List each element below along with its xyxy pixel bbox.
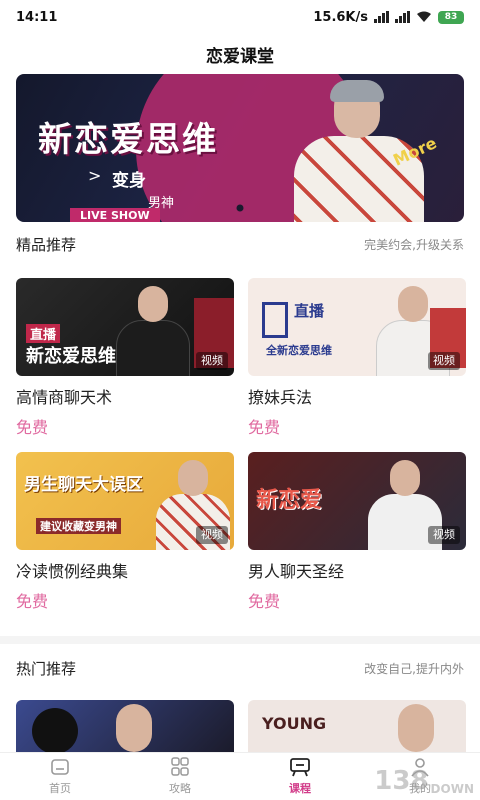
banner-subtitle: 变身	[112, 171, 146, 191]
wifi-icon	[417, 11, 431, 22]
status-icons: 15.6K/s 83	[313, 10, 464, 25]
hot-course-thumbnail[interactable]: YOUNG	[248, 700, 466, 752]
hot-person-image	[116, 704, 152, 752]
thumb-caption-small: 建议收藏变男神	[36, 518, 121, 534]
banner-arrow-icon: >	[88, 166, 102, 185]
course-thumbnail: 男生聊天大误区 建议收藏变男神 视频	[16, 452, 234, 550]
course-card[interactable]: 男生聊天大误区 建议收藏变男神 视频 冷读惯例经典集 免费	[16, 452, 234, 612]
course-card[interactable]: 直播 全新恋爱思维 视频 撩妹兵法 免费	[248, 278, 466, 438]
hot-title: 热门推荐	[16, 660, 77, 678]
hot-subtitle: 改变自己,提升内外	[364, 662, 464, 676]
thumb-caption: 男生聊天大误区	[24, 475, 143, 495]
video-badge: 视频	[428, 526, 460, 544]
featured-section-header: 精品推荐 完美约会,升级关系	[16, 234, 464, 255]
section-divider	[0, 636, 480, 644]
course-icon	[290, 758, 310, 777]
featured-title: 精品推荐	[16, 236, 77, 254]
tab-label: 课程	[289, 782, 311, 795]
thumb-caption: 新恋爱	[256, 488, 323, 513]
thumb-caption-small: 直播	[294, 302, 325, 320]
tab-label: 攻略	[169, 782, 191, 795]
thumb-decor	[262, 302, 288, 338]
thumb-caption-small: 直播	[26, 324, 61, 343]
tab-guide[interactable]: 攻略	[120, 753, 240, 800]
grid-icon	[171, 757, 189, 776]
home-icon	[51, 759, 69, 775]
battery-icon: 83	[438, 10, 464, 24]
banner-indicator-icon	[236, 204, 244, 212]
signal-icon	[374, 11, 389, 23]
tab-course[interactable]: 课程	[240, 753, 360, 800]
hot-course-thumbnail[interactable]	[16, 700, 234, 752]
watermark-number: 138	[374, 766, 429, 796]
network-speed: 15.6K/s	[313, 9, 368, 25]
course-price: 免费	[248, 592, 281, 611]
course-name: 高情商聊天术	[16, 388, 113, 407]
watermark-text: DOWN	[430, 782, 474, 796]
hot-thumb-text: YOUNG	[262, 714, 327, 733]
course-name: 冷读惯例经典集	[16, 562, 129, 581]
banner[interactable]: 新恋爱思维 > 变身 男神 LIVE SHOW More	[16, 74, 464, 222]
record-icon	[32, 708, 78, 752]
video-badge: 视频	[428, 352, 460, 370]
course-thumbnail: 直播 新恋爱思维 视频	[16, 278, 234, 376]
banner-live-tag: LIVE SHOW	[70, 208, 160, 222]
video-badge: 视频	[196, 526, 228, 544]
status-bar: 14:11 15.6K/s 83	[0, 0, 480, 34]
course-card[interactable]: 新恋爱 视频 男人聊天圣经 免费	[248, 452, 466, 612]
course-price: 免费	[248, 418, 281, 437]
watermark: 138 DOWN	[374, 766, 474, 796]
page-title: 恋爱课堂	[206, 47, 274, 67]
course-price: 免费	[16, 592, 49, 611]
course-name: 男人聊天圣经	[248, 562, 345, 581]
tab-label: 首页	[49, 782, 71, 795]
hot-person-image	[398, 704, 434, 752]
thumb-caption: 新恋爱思维	[26, 346, 116, 367]
status-time: 14:11	[16, 9, 58, 25]
course-card[interactable]: 直播 新恋爱思维 视频 高情商聊天术 免费	[16, 278, 234, 438]
banner-title: 新恋爱思维	[38, 120, 218, 160]
course-thumbnail: 新恋爱 视频	[248, 452, 466, 550]
thumb-caption: 全新恋爱思维	[266, 344, 332, 357]
course-name: 撩妹兵法	[248, 388, 313, 407]
course-thumbnail: 直播 全新恋爱思维 视频	[248, 278, 466, 376]
tab-home[interactable]: 首页	[0, 753, 120, 800]
hot-section-header: 热门推荐 改变自己,提升内外	[16, 658, 464, 679]
signal-icon-2	[395, 11, 410, 23]
video-badge: 视频	[196, 352, 228, 370]
course-price: 免费	[16, 418, 49, 437]
featured-subtitle: 完美约会,升级关系	[364, 238, 464, 252]
